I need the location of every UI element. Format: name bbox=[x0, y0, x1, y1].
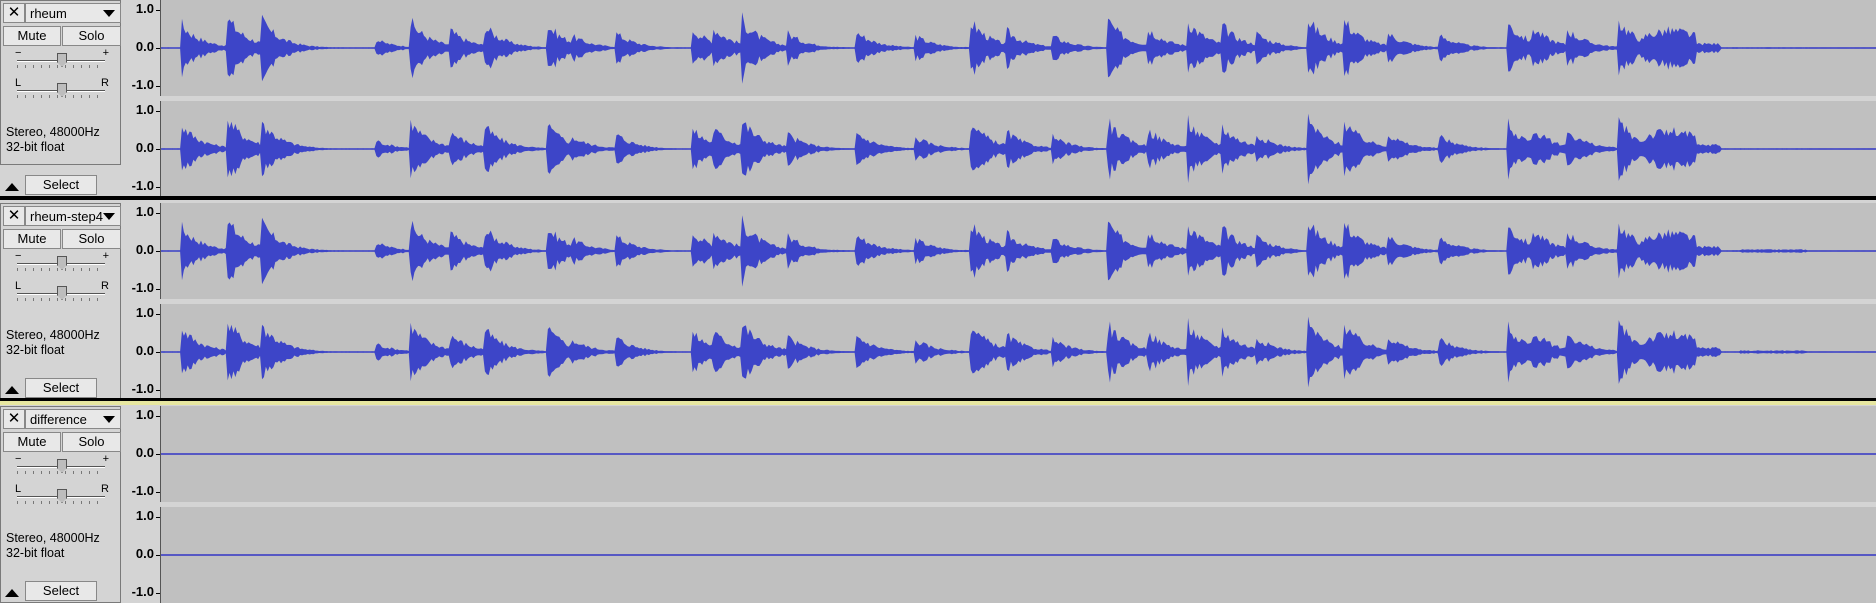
close-track-button[interactable]: ✕ bbox=[3, 409, 25, 429]
ruler-label: 0.0 bbox=[135, 546, 154, 561]
track-name-menu[interactable]: rheum bbox=[25, 3, 121, 23]
gain-minus-label: − bbox=[15, 453, 22, 465]
track-name: rheum bbox=[30, 6, 67, 21]
waveform-svg bbox=[161, 113, 1876, 185]
solo-button[interactable]: Solo bbox=[62, 26, 121, 46]
vertical-ruler[interactable]: 1.0 0.0 -1.0 bbox=[121, 507, 160, 603]
chevron-down-icon bbox=[103, 416, 115, 423]
waveform-svg bbox=[161, 554, 1876, 556]
close-track-button[interactable]: ✕ bbox=[3, 3, 25, 23]
ruler-label: 0.0 bbox=[135, 242, 154, 257]
gain-slider[interactable]: − + bbox=[11, 250, 111, 274]
mute-button[interactable]: Mute bbox=[3, 229, 61, 249]
gain-plus-label: + bbox=[102, 453, 109, 465]
close-icon: ✕ bbox=[7, 207, 21, 224]
select-track-button[interactable]: Select bbox=[25, 378, 97, 398]
close-icon: ✕ bbox=[7, 4, 21, 21]
track-control-panel: ✕ difference Mute Solo − + L R Stereo, 4… bbox=[0, 406, 121, 603]
waveform-svg bbox=[161, 316, 1876, 388]
gain-slider[interactable]: − + bbox=[11, 453, 111, 477]
vertical-ruler[interactable]: 1.0 0.0 -1.0 bbox=[121, 0, 160, 96]
pan-left-label: L bbox=[15, 77, 22, 89]
pan-slider[interactable]: L R bbox=[11, 280, 111, 304]
ruler-label: 1.0 bbox=[135, 204, 154, 219]
waveform-svg bbox=[161, 12, 1876, 84]
gain-plus-label: + bbox=[102, 47, 109, 59]
track-format-rate: Stereo, 48000Hz bbox=[6, 328, 100, 342]
gain-slider[interactable]: − + bbox=[11, 47, 111, 71]
waveform-channel[interactable] bbox=[160, 101, 1876, 197]
ruler-label: 1.0 bbox=[135, 407, 154, 422]
waveform-channel[interactable] bbox=[160, 304, 1876, 400]
vertical-ruler[interactable]: 1.0 0.0 -1.0 bbox=[121, 101, 160, 197]
pan-slider[interactable]: L R bbox=[11, 483, 111, 507]
ruler-label: -1.0 bbox=[131, 584, 154, 599]
gain-minus-label: − bbox=[15, 47, 22, 59]
track-control-panel: ✕ rheum-step4 Mute Solo − + L R Stereo, … bbox=[0, 203, 121, 400]
track-separator bbox=[0, 196, 1876, 200]
mute-button[interactable]: Mute bbox=[3, 26, 61, 46]
track-control-panel: ✕ rheum Mute Solo − + L R Stereo, 48000H… bbox=[0, 0, 121, 195]
ruler-label: -1.0 bbox=[131, 178, 154, 193]
ruler-label: 0.0 bbox=[135, 445, 154, 460]
ruler-label: 1.0 bbox=[135, 305, 154, 320]
waveform-channel[interactable] bbox=[160, 507, 1876, 603]
waveform-shape bbox=[161, 215, 1876, 287]
track-name: rheum-step4 bbox=[30, 209, 103, 224]
close-track-button[interactable]: ✕ bbox=[3, 206, 25, 226]
waveform-svg bbox=[161, 215, 1876, 287]
track-format-bits: 32-bit float bbox=[6, 546, 65, 560]
track-name: difference bbox=[30, 412, 87, 427]
track-format-rate: Stereo, 48000Hz bbox=[6, 531, 100, 545]
gain-minus-label: − bbox=[15, 250, 22, 262]
collapse-triangle-icon[interactable] bbox=[5, 183, 19, 191]
select-track-button[interactable]: Select bbox=[25, 581, 97, 601]
waveform-svg bbox=[161, 453, 1876, 455]
solo-button[interactable]: Solo bbox=[62, 432, 121, 452]
pan-right-label: R bbox=[101, 280, 109, 292]
track-name-menu[interactable]: difference bbox=[25, 409, 121, 429]
close-icon: ✕ bbox=[7, 410, 21, 427]
pan-slider[interactable]: L R bbox=[11, 77, 111, 101]
waveform-shape bbox=[161, 113, 1876, 185]
ruler-label: 0.0 bbox=[135, 343, 154, 358]
track-name-menu[interactable]: rheum-step4 bbox=[25, 206, 121, 226]
select-track-button[interactable]: Select bbox=[25, 175, 97, 195]
vertical-ruler[interactable]: 1.0 0.0 -1.0 bbox=[121, 304, 160, 400]
ruler-label: -1.0 bbox=[131, 381, 154, 396]
collapse-triangle-icon[interactable] bbox=[5, 589, 19, 597]
ruler-label: 1.0 bbox=[135, 508, 154, 523]
ruler-label: 0.0 bbox=[135, 140, 154, 155]
pan-left-label: L bbox=[15, 280, 22, 292]
chevron-down-icon bbox=[103, 10, 115, 17]
pan-right-label: R bbox=[101, 77, 109, 89]
focus-border bbox=[0, 401, 1876, 405]
vertical-ruler[interactable]: 1.0 0.0 -1.0 bbox=[121, 406, 160, 502]
vertical-ruler[interactable]: 1.0 0.0 -1.0 bbox=[121, 203, 160, 299]
ruler-label: 0.0 bbox=[135, 39, 154, 54]
pan-left-label: L bbox=[15, 483, 22, 495]
ruler-label: -1.0 bbox=[131, 280, 154, 295]
waveform-shape bbox=[161, 12, 1876, 84]
waveform-channel[interactable] bbox=[160, 0, 1876, 96]
track-format-rate: Stereo, 48000Hz bbox=[6, 125, 100, 139]
mute-button[interactable]: Mute bbox=[3, 432, 61, 452]
ruler-label: -1.0 bbox=[131, 483, 154, 498]
collapse-triangle-icon[interactable] bbox=[5, 386, 19, 394]
track-format-bits: 32-bit float bbox=[6, 343, 65, 357]
waveform-channel[interactable] bbox=[160, 203, 1876, 299]
solo-button[interactable]: Solo bbox=[62, 229, 121, 249]
ruler-label: -1.0 bbox=[131, 77, 154, 92]
ruler-label: 1.0 bbox=[135, 102, 154, 117]
waveform-shape bbox=[161, 316, 1876, 388]
track-format-bits: 32-bit float bbox=[6, 140, 65, 154]
pan-right-label: R bbox=[101, 483, 109, 495]
gain-plus-label: + bbox=[102, 250, 109, 262]
ruler-label: 1.0 bbox=[135, 1, 154, 16]
chevron-down-icon bbox=[103, 213, 115, 220]
waveform-channel[interactable] bbox=[160, 406, 1876, 502]
